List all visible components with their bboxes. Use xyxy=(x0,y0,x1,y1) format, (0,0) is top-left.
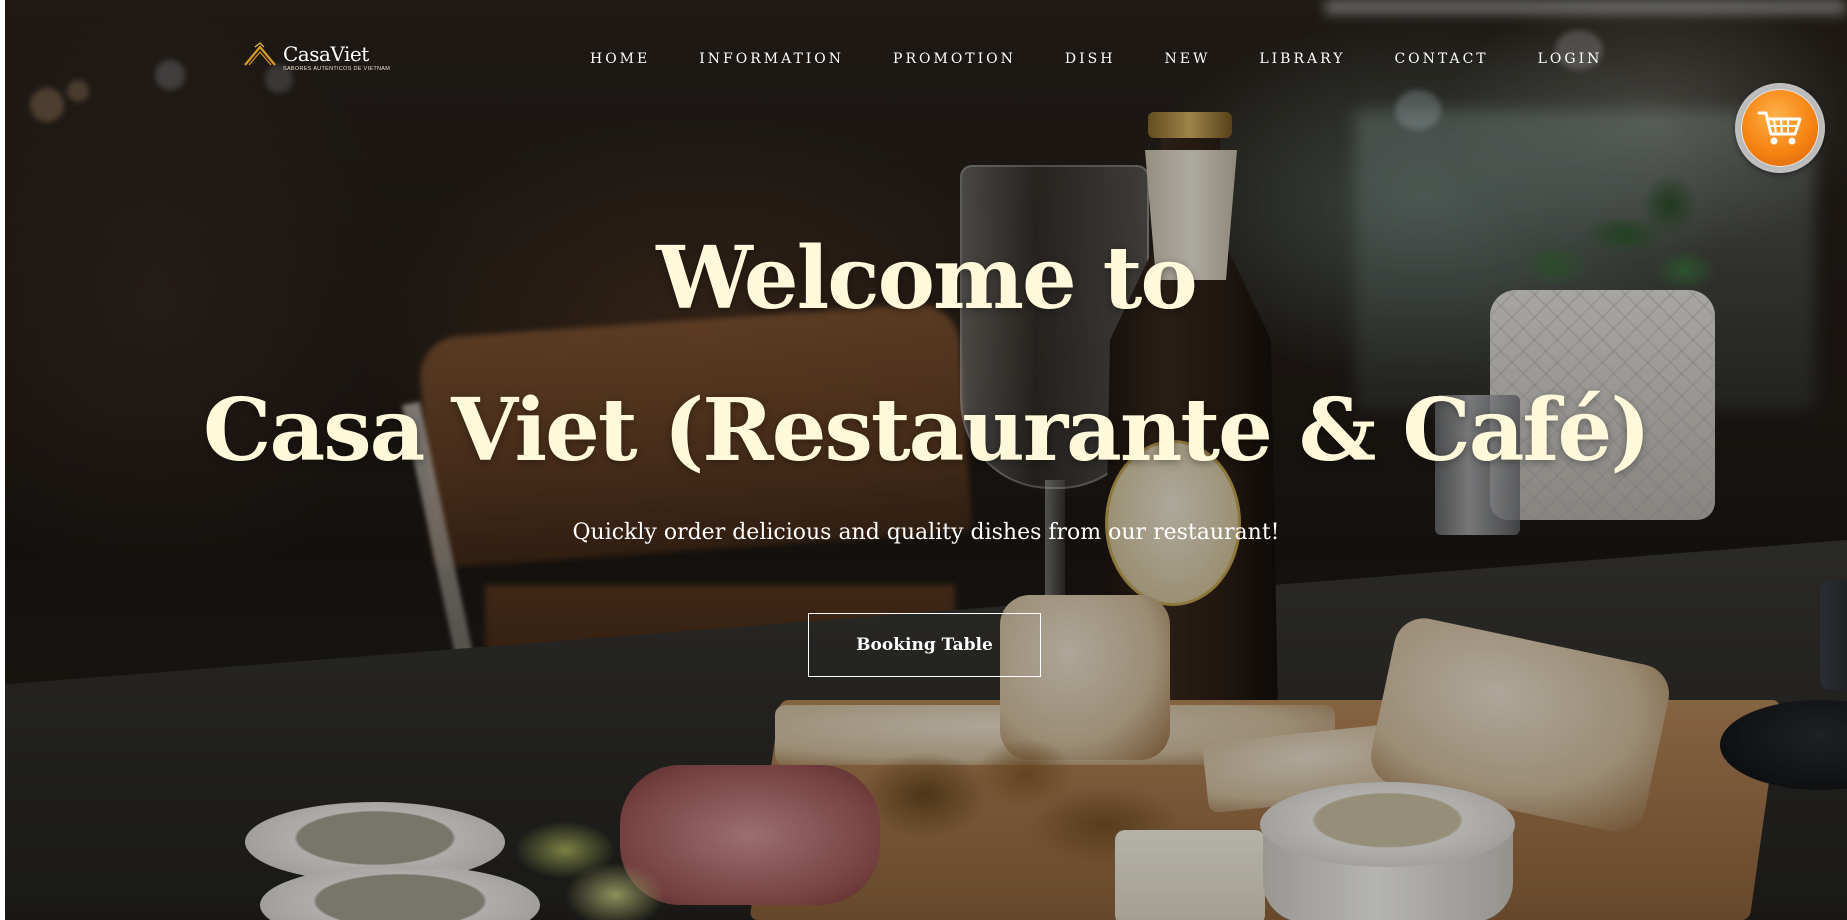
booking-table-button[interactable]: Booking Table xyxy=(808,613,1041,677)
page-viewport: CasaViet SABORES AUTENTICOS DE VIETNAM H… xyxy=(5,0,1847,920)
hero-subtitle: Quickly order delicious and quality dish… xyxy=(572,520,1280,545)
hero-section: Welcome to Casa Viet (Restaurante & Café… xyxy=(5,0,1847,920)
hero-title-line2: Casa Viet (Restaurante & Café) xyxy=(203,380,1651,481)
hero-title-line1: Welcome to xyxy=(656,228,1197,329)
